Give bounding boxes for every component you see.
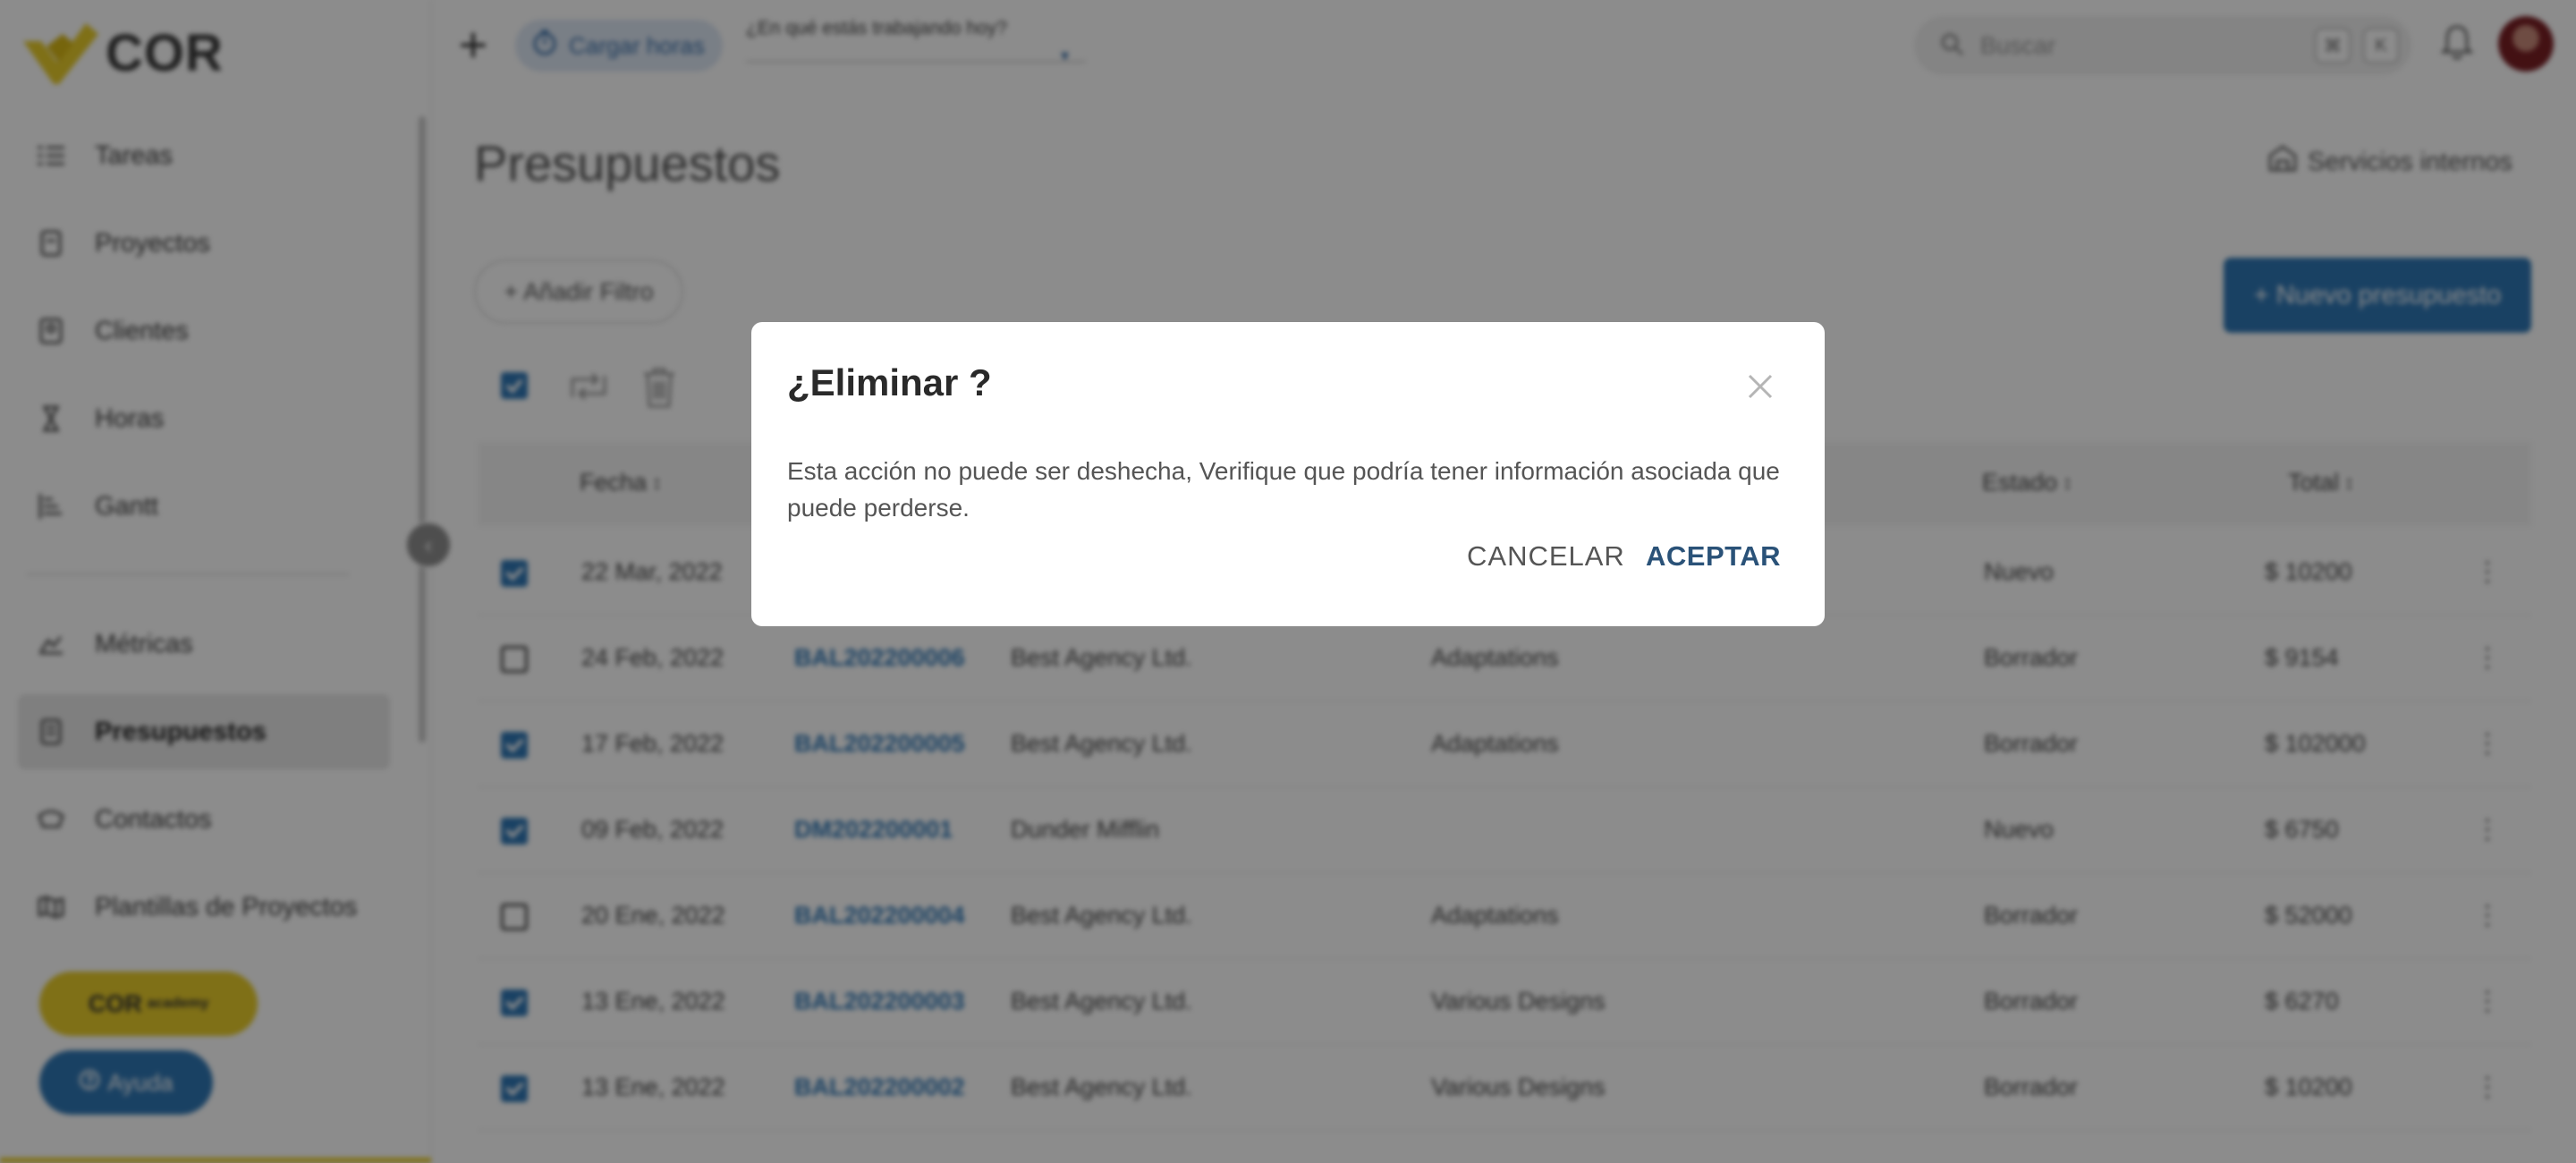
delete-confirm-dialog: ¿Eliminar ? Esta acción no puede ser des… (751, 322, 1825, 626)
dialog-title: ¿Eliminar ? (787, 361, 992, 403)
dialog-message: Esta acción no puede ser deshecha, Verif… (787, 457, 1780, 522)
cancel-button[interactable]: CANCELAR (1467, 540, 1625, 580)
accept-button[interactable]: ACEPTAR (1646, 540, 1781, 580)
close-icon[interactable] (1742, 369, 1778, 404)
